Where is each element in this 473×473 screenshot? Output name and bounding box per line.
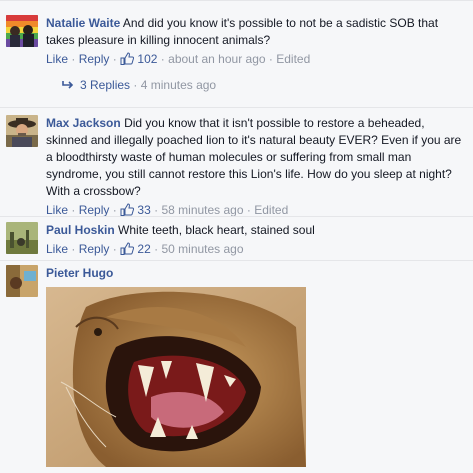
comment-body: Natalie Waite And did you know it's poss… (46, 15, 465, 68)
comment-meta: Like · Reply · 22 · 50 minutes ago (46, 242, 244, 256)
comment-body: Paul Hoskin White teeth, black heart, st… (46, 222, 465, 258)
avatar-image (6, 15, 38, 47)
author-name[interactable]: Max Jackson (46, 116, 121, 130)
roaring-lion-image (46, 287, 306, 467)
replies-row: 3 Replies · 4 minutes ago (62, 77, 216, 94)
timestamp[interactable]: 50 minutes ago (161, 242, 243, 256)
reply-arrow-icon (62, 81, 74, 89)
avatar-image (6, 265, 38, 297)
like-count-value: 22 (137, 242, 151, 256)
thumbs-up-icon (120, 242, 135, 255)
timestamp[interactable]: 58 minutes ago (161, 203, 243, 217)
thumbs-up-icon (120, 203, 135, 216)
edited-label[interactable]: Edited (254, 203, 288, 217)
like-count[interactable]: 22 (120, 242, 151, 256)
like-count[interactable]: 33 (120, 203, 151, 217)
author-name[interactable]: Paul Hoskin (46, 223, 115, 237)
like-link[interactable]: Like (46, 242, 68, 256)
comment-pieter-hugo: Pieter Hugo (0, 260, 473, 473)
comment-max-jackson: Max Jackson Did you know that it isn't p… (0, 107, 473, 219)
author-name[interactable]: Pieter Hugo (46, 266, 113, 280)
replies-timestamp: 4 minutes ago (140, 78, 217, 92)
avatar-image (6, 115, 38, 147)
comment-text: White teeth, black heart, stained soul (118, 223, 315, 237)
comments-section: Natalie Waite And did you know it's poss… (0, 0, 473, 473)
like-count-value: 33 (137, 203, 151, 217)
comment-meta: Like · Reply · 102 · about an hour ago ·… (46, 52, 311, 66)
avatar[interactable] (6, 115, 38, 147)
like-link[interactable]: Like (46, 203, 68, 217)
comment-natalie-waite: Natalie Waite And did you know it's poss… (0, 0, 473, 107)
view-replies-link[interactable]: 3 Replies (80, 78, 130, 92)
reply-link[interactable]: Reply (79, 203, 110, 217)
comment-body: Max Jackson Did you know that it isn't p… (46, 115, 465, 219)
avatar[interactable] (6, 222, 38, 254)
avatar[interactable] (6, 265, 38, 297)
comment-body: Pieter Hugo (46, 265, 465, 282)
like-count-value: 102 (137, 52, 158, 66)
reply-link[interactable]: Reply (79, 242, 110, 256)
comment-paul-hoskin: Paul Hoskin White teeth, black heart, st… (0, 216, 473, 260)
reply-link[interactable]: Reply (79, 52, 110, 66)
thumbs-up-icon (120, 52, 135, 65)
attached-photo[interactable] (46, 287, 306, 467)
timestamp[interactable]: about an hour ago (168, 52, 265, 66)
avatar[interactable] (6, 15, 38, 47)
like-link[interactable]: Like (46, 52, 68, 66)
avatar-image (6, 222, 38, 254)
edited-label[interactable]: Edited (276, 52, 310, 66)
like-count[interactable]: 102 (120, 52, 157, 66)
author-name[interactable]: Natalie Waite (46, 16, 120, 30)
